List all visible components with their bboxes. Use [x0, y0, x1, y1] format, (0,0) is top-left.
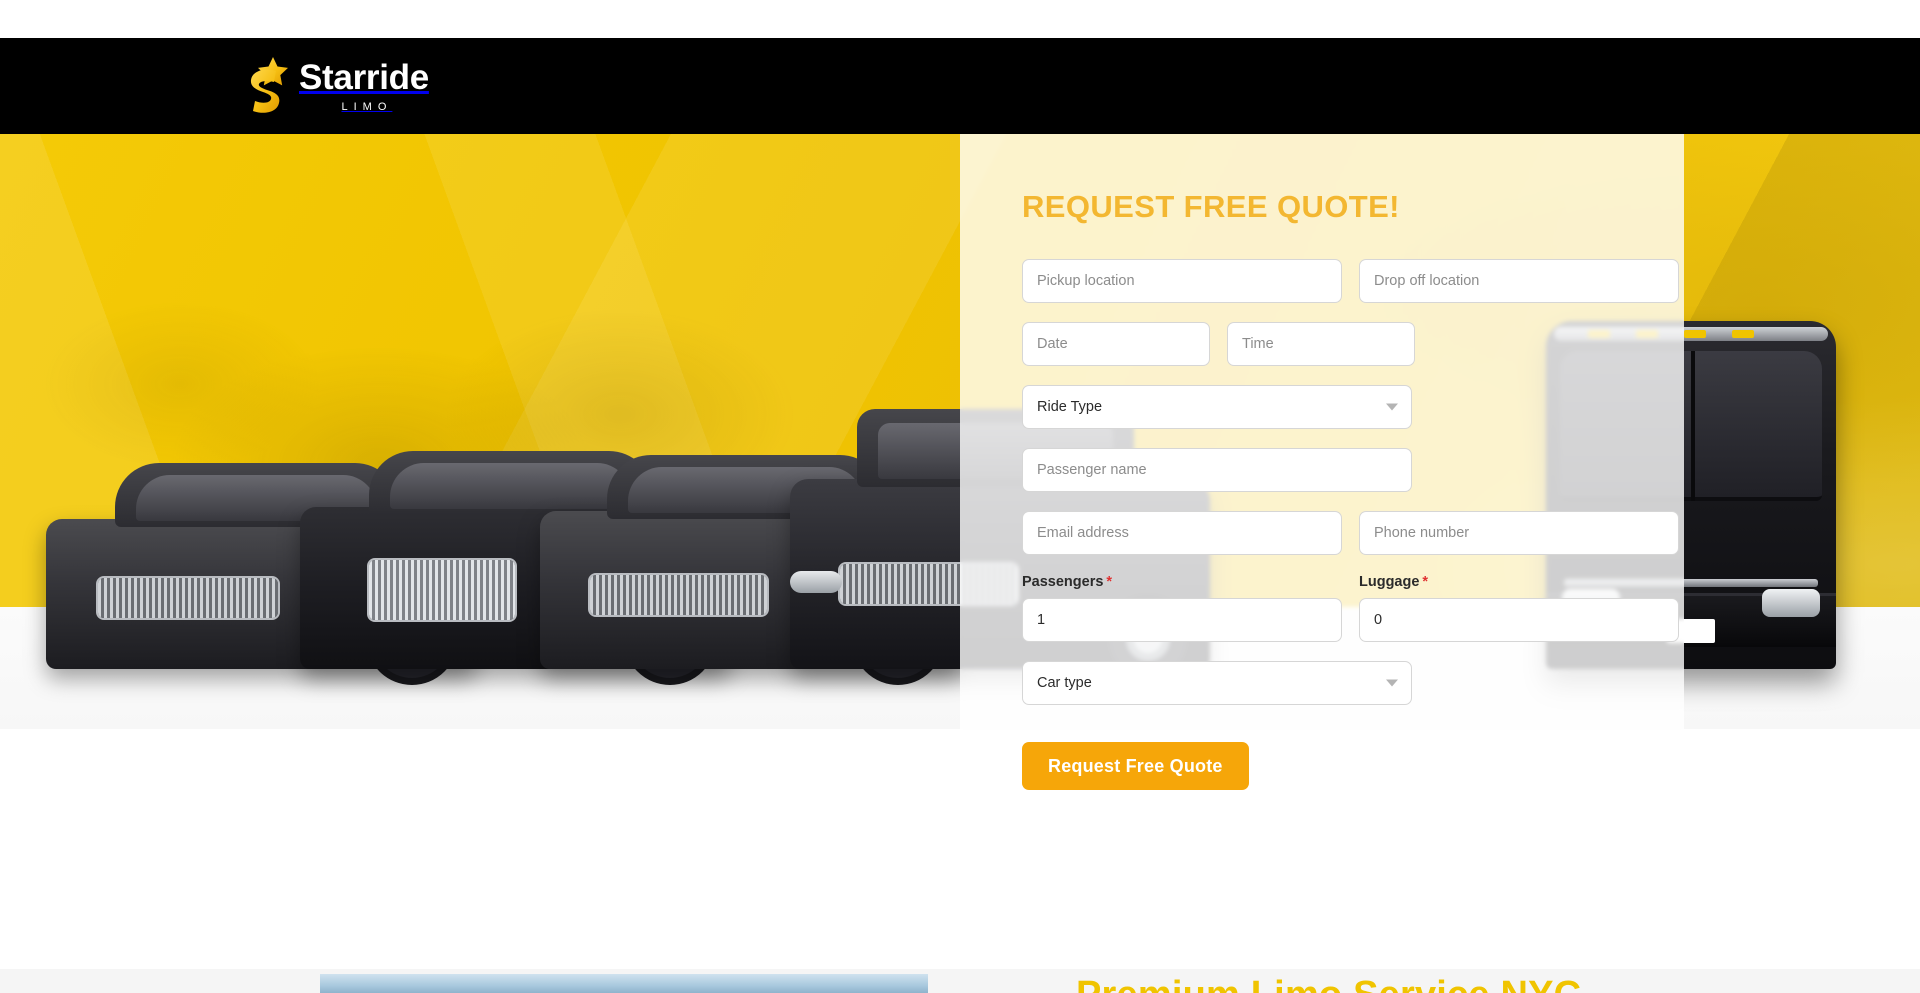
passengers-label-text: Passengers — [1022, 574, 1104, 590]
section-heading: Premium Limo Service NYC — [1076, 972, 1581, 993]
star-s-logo-icon — [243, 55, 289, 117]
car-type-row — [1022, 661, 1622, 705]
luggage-label: Luggage * — [1359, 574, 1679, 590]
counts-labels-row: Passengers * Luggage * — [1022, 574, 1622, 590]
brand-logo-link[interactable]: Starride LIMO — [243, 55, 429, 117]
passengers-label: Passengers * — [1022, 574, 1342, 590]
datetime-row — [1022, 322, 1622, 366]
locations-row — [1022, 259, 1679, 303]
page-title: REQUEST FREE QUOTE! — [1022, 189, 1400, 224]
contact-row — [1022, 511, 1679, 555]
counts-row — [1022, 598, 1679, 642]
luggage-label-text: Luggage — [1359, 574, 1420, 590]
brand-name: Starride — [299, 57, 429, 97]
page-root: Starride LIMO REQUEST FREE QUOTE! Pickup… — [0, 0, 1920, 993]
car-type-select-wrap[interactable] — [1022, 661, 1412, 705]
brand-text: Starride LIMO — [299, 60, 429, 113]
top-white-strip — [0, 0, 1920, 38]
dropoff-location-input[interactable] — [1359, 259, 1679, 303]
car-type-select[interactable] — [1022, 661, 1412, 705]
ride-type-row — [1022, 385, 1622, 429]
luggage-required-mark: * — [1422, 574, 1429, 590]
phone-input[interactable] — [1359, 511, 1679, 555]
luggage-input[interactable] — [1359, 598, 1679, 642]
request-free-quote-button[interactable]: Request Free Quote — [1022, 742, 1249, 790]
passengers-input[interactable] — [1022, 598, 1342, 642]
request-quote-panel: REQUEST FREE QUOTE! Pickup location Drop… — [960, 134, 1684, 924]
section-gray-band — [0, 969, 1920, 993]
ride-type-select-wrap[interactable] — [1022, 385, 1412, 429]
brand-subtitle: LIMO — [341, 100, 393, 113]
passenger-name-row — [1022, 448, 1622, 492]
ride-type-select[interactable] — [1022, 385, 1412, 429]
time-input[interactable] — [1227, 322, 1415, 366]
passenger-name-input[interactable] — [1022, 448, 1412, 492]
passengers-required-mark: * — [1106, 574, 1113, 590]
section-teaser-image — [320, 974, 928, 993]
date-input[interactable] — [1022, 322, 1210, 366]
email-input[interactable] — [1022, 511, 1342, 555]
site-header: Starride LIMO — [0, 38, 1920, 134]
pickup-location-input[interactable] — [1022, 259, 1342, 303]
vehicle-fleet-image — [0, 359, 1210, 685]
